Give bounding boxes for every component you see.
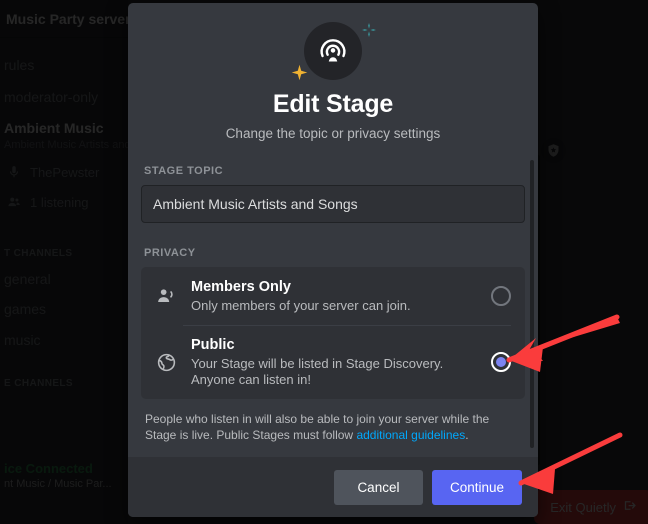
globe-icon	[154, 352, 178, 373]
privacy-label: PRIVACY	[141, 247, 525, 259]
cancel-button[interactable]: Cancel	[334, 470, 423, 505]
modal-hero: Edit Stage Change the topic or privacy s…	[128, 3, 538, 141]
privacy-option-name: Public	[191, 337, 235, 353]
modal-scroll-area: Edit Stage Change the topic or privacy s…	[128, 3, 538, 457]
additional-guidelines-link[interactable]: additional guidelines	[356, 428, 465, 442]
page-title: Edit Stage	[273, 90, 393, 119]
privacy-option-text: Public Your Stage will be listed in Stag…	[191, 336, 478, 388]
legal-note: People who listen in will also be able t…	[141, 411, 525, 443]
modal-footer: Cancel Continue	[128, 457, 538, 517]
modal-body: STAGE TOPIC PRIVACY Member	[128, 165, 538, 443]
privacy-option-name: Members Only	[191, 279, 291, 295]
radio-public[interactable]	[491, 352, 511, 372]
continue-button[interactable]: Continue	[432, 470, 522, 505]
stage-broadcast-icon	[304, 22, 362, 80]
sparkle-icon	[291, 64, 308, 86]
privacy-option-description: Only members of your server can join.	[191, 298, 478, 314]
hero-icon-wrapper	[273, 20, 393, 82]
stage-topic-label: STAGE TOPIC	[141, 165, 525, 177]
legal-text-after: .	[465, 428, 468, 442]
person-speaking-icon	[154, 286, 178, 306]
screen-root: Music Party server rules moderator-only …	[0, 0, 648, 524]
radio-members-only[interactable]	[491, 286, 511, 306]
privacy-option-text: Members Only Only members of your server…	[191, 278, 478, 314]
privacy-option-public[interactable]: Public Your Stage will be listed in Stag…	[141, 325, 525, 399]
stage-topic-input[interactable]	[141, 185, 525, 223]
modal-subtitle: Change the topic or privacy settings	[226, 126, 441, 141]
sparkle-icon	[361, 22, 377, 43]
modal-scrollbar[interactable]	[530, 160, 534, 448]
privacy-options-group: Members Only Only members of your server…	[141, 267, 525, 399]
privacy-option-description: Your Stage will be listed in Stage Disco…	[191, 356, 478, 388]
privacy-option-members-only[interactable]: Members Only Only members of your server…	[141, 267, 525, 325]
edit-stage-modal: Edit Stage Change the topic or privacy s…	[128, 3, 538, 517]
